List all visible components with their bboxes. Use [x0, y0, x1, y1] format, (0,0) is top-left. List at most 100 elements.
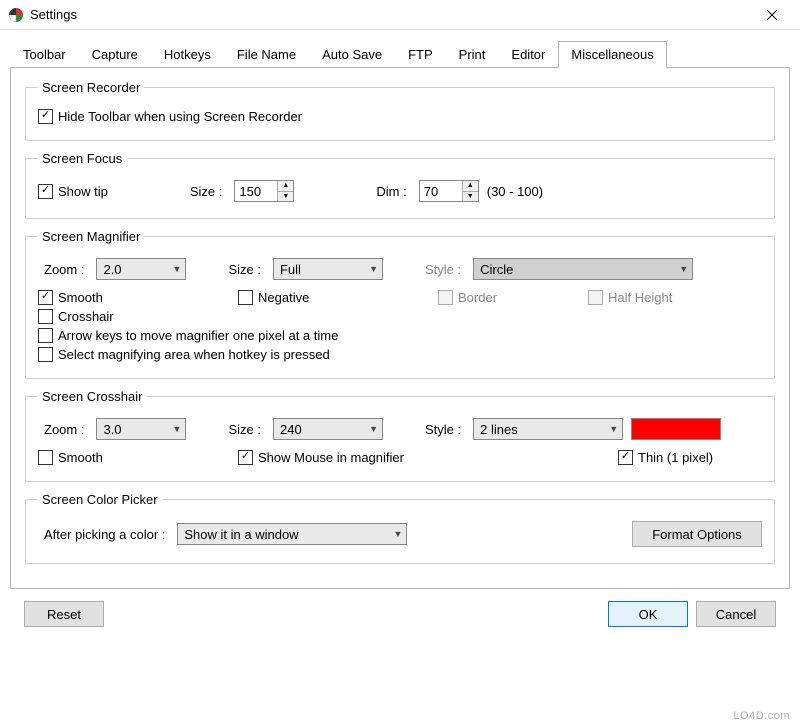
checkbox-label: Negative	[258, 290, 309, 305]
checkbox-label: Thin (1 pixel)	[638, 450, 713, 465]
chevron-down-icon: ▼	[369, 424, 378, 434]
label-focus-dim: Dim :	[376, 184, 406, 199]
chevron-down-icon: ▼	[173, 264, 182, 274]
watermark: LO4D.com	[733, 710, 790, 722]
checkbox-mag-crosshair[interactable]: Crosshair	[38, 309, 114, 324]
cancel-button[interactable]: Cancel	[696, 601, 776, 627]
combo-value: 2.0	[103, 262, 121, 277]
titlebar: Settings	[0, 0, 800, 30]
combo-after-picking[interactable]: Show it in a window ▼	[177, 523, 407, 545]
tab-print[interactable]: Print	[446, 41, 499, 68]
checkbox-label: Arrow keys to move magnifier one pixel a…	[58, 328, 338, 343]
check-icon	[238, 450, 253, 465]
legend-screen-focus: Screen Focus	[38, 151, 126, 166]
tab-ftp[interactable]: FTP	[395, 41, 446, 68]
input-focus-size[interactable]	[235, 181, 277, 201]
label-cross-size: Size :	[228, 422, 261, 437]
checkbox-cross-show-mouse[interactable]: Show Mouse in magnifier	[238, 450, 618, 465]
input-focus-dim[interactable]	[420, 181, 462, 201]
check-icon	[38, 328, 53, 343]
chevron-down-icon: ▼	[369, 264, 378, 274]
tab-file-name[interactable]: File Name	[224, 41, 309, 68]
tab-hotkeys[interactable]: Hotkeys	[151, 41, 224, 68]
legend-screen-recorder: Screen Recorder	[38, 80, 144, 95]
checkbox-mag-half-height: Half Height	[588, 290, 672, 305]
combo-value: 240	[280, 422, 302, 437]
button-bar: Reset OK Cancel	[10, 589, 790, 639]
checkbox-show-tip[interactable]: Show tip	[38, 184, 108, 199]
color-swatch[interactable]	[631, 418, 721, 440]
tab-strip: Toolbar Capture Hotkeys File Name Auto S…	[10, 40, 790, 68]
label-after-picking: After picking a color :	[44, 527, 165, 542]
checkbox-mag-border: Border	[438, 290, 588, 305]
label-cross-style: Style :	[425, 422, 461, 437]
tab-toolbar[interactable]: Toolbar	[10, 41, 79, 68]
combo-mag-zoom[interactable]: 2.0 ▼	[96, 258, 186, 280]
ok-button[interactable]: OK	[608, 601, 688, 627]
group-screen-recorder: Screen Recorder Hide Toolbar when using …	[25, 80, 775, 141]
legend-screen-magnifier: Screen Magnifier	[38, 229, 144, 244]
checkbox-label: Crosshair	[58, 309, 114, 324]
tab-capture[interactable]: Capture	[79, 41, 151, 68]
combo-value: Show it in a window	[184, 527, 298, 542]
spin-up-icon[interactable]: ▲	[463, 181, 478, 192]
chevron-down-icon: ▼	[173, 424, 182, 434]
format-options-button[interactable]: Format Options	[632, 521, 762, 547]
group-screen-magnifier: Screen Magnifier Zoom : 2.0 ▼ Size : Ful…	[25, 229, 775, 379]
close-icon	[767, 10, 777, 20]
combo-value: 2 lines	[480, 422, 518, 437]
chevron-down-icon: ▼	[679, 264, 688, 274]
combo-mag-style: Circle ▼	[473, 258, 693, 280]
tab-miscellaneous[interactable]: Miscellaneous	[558, 41, 666, 68]
label-mag-style: Style :	[425, 262, 461, 277]
app-icon	[8, 7, 24, 23]
checkbox-label: Hide Toolbar when using Screen Recorder	[58, 109, 302, 124]
check-icon	[38, 109, 53, 124]
combo-value: 3.0	[103, 422, 121, 437]
combo-mag-size[interactable]: Full ▼	[273, 258, 383, 280]
checkbox-cross-smooth[interactable]: Smooth	[38, 450, 238, 465]
checkbox-label: Show tip	[58, 184, 108, 199]
checkbox-label: Select magnifying area when hotkey is pr…	[58, 347, 330, 362]
checkbox-label: Smooth	[58, 290, 103, 305]
chevron-down-icon: ▼	[609, 424, 618, 434]
spinner-focus-dim[interactable]: ▲ ▼	[419, 180, 479, 202]
spin-down-icon[interactable]: ▼	[278, 192, 293, 202]
checkbox-mag-smooth[interactable]: Smooth	[38, 290, 238, 305]
checkbox-label: Half Height	[608, 290, 672, 305]
tab-editor[interactable]: Editor	[498, 41, 558, 68]
combo-cross-size[interactable]: 240 ▼	[273, 418, 383, 440]
close-button[interactable]	[752, 1, 792, 29]
check-icon	[38, 347, 53, 362]
checkbox-mag-select-area[interactable]: Select magnifying area when hotkey is pr…	[38, 347, 330, 362]
tab-auto-save[interactable]: Auto Save	[309, 41, 395, 68]
checkbox-cross-thin[interactable]: Thin (1 pixel)	[618, 450, 713, 465]
combo-cross-style[interactable]: 2 lines ▼	[473, 418, 623, 440]
chevron-down-icon: ▼	[393, 529, 402, 539]
spin-down-icon[interactable]: ▼	[463, 192, 478, 202]
spin-up-icon[interactable]: ▲	[278, 181, 293, 192]
check-icon	[588, 290, 603, 305]
checkbox-hide-toolbar[interactable]: Hide Toolbar when using Screen Recorder	[38, 109, 302, 124]
combo-value: Circle	[480, 262, 513, 277]
check-icon	[618, 450, 633, 465]
check-icon	[438, 290, 453, 305]
label-mag-size: Size :	[228, 262, 261, 277]
check-icon	[38, 184, 53, 199]
check-icon	[38, 309, 53, 324]
spinner-focus-size[interactable]: ▲ ▼	[234, 180, 294, 202]
check-icon	[38, 290, 53, 305]
group-screen-focus: Screen Focus Show tip Size : ▲ ▼ Dim :	[25, 151, 775, 219]
label-mag-zoom: Zoom :	[44, 262, 84, 277]
check-icon	[238, 290, 253, 305]
reset-button[interactable]: Reset	[24, 601, 104, 627]
checkbox-mag-negative[interactable]: Negative	[238, 290, 438, 305]
tab-body: Screen Recorder Hide Toolbar when using …	[10, 68, 790, 589]
legend-screen-color-picker: Screen Color Picker	[38, 492, 162, 507]
checkbox-label: Border	[458, 290, 497, 305]
checkbox-label: Show Mouse in magnifier	[258, 450, 404, 465]
combo-cross-zoom[interactable]: 3.0 ▼	[96, 418, 186, 440]
combo-value: Full	[280, 262, 301, 277]
checkbox-mag-arrow-keys[interactable]: Arrow keys to move magnifier one pixel a…	[38, 328, 338, 343]
check-icon	[38, 450, 53, 465]
